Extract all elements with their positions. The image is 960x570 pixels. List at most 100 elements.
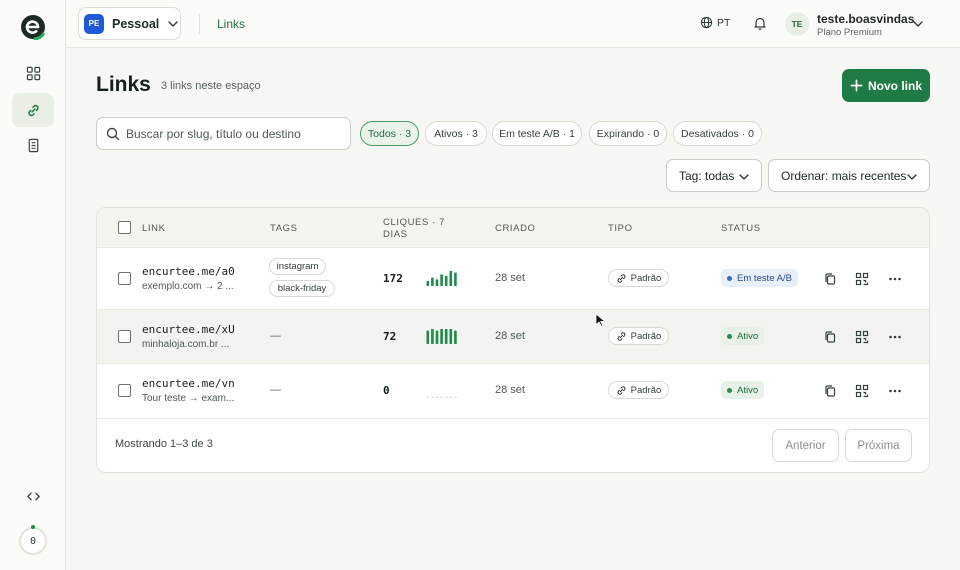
app-logo[interactable] <box>20 14 46 40</box>
tag-filter-value: Tag: todas <box>679 168 735 183</box>
language-switcher[interactable]: PT <box>700 16 730 29</box>
status-badge: Em teste A/B <box>721 269 798 287</box>
qr-code-icon[interactable] <box>855 272 869 286</box>
table-row[interactable]: encurtee.me/xU( minhaloja.com.br ... — 7… <box>97 310 929 364</box>
tag-chip[interactable]: black-friday <box>269 280 335 297</box>
type-badge: Padrão <box>608 269 669 287</box>
copy-icon[interactable] <box>823 330 837 344</box>
top-header: PE Pessoal Links PT TE teste.boasvindas … <box>66 0 960 48</box>
spark-bar <box>449 271 453 286</box>
created-date: 28 set <box>495 384 525 396</box>
column-header-status: STATUS <box>721 223 761 234</box>
filter-chip-active[interactable]: Ativos · 3 <box>425 121 487 146</box>
click-count: 0 <box>383 384 390 397</box>
column-header-clicks: CLIQUES · 7 <box>383 217 446 228</box>
tag-filter-select[interactable]: Tag: todas <box>666 159 762 192</box>
sidebar-item-links[interactable] <box>12 93 54 127</box>
more-icon[interactable] <box>888 272 902 286</box>
qr-code-icon[interactable] <box>855 330 869 344</box>
spark-bar <box>435 279 439 286</box>
spark-bar-empty <box>440 396 443 398</box>
page-subtitle: 3 links neste espaço <box>161 80 261 92</box>
user-name[interactable]: teste.boasvindas <box>817 12 914 26</box>
column-header-clicks-line2: DIAS <box>383 229 408 240</box>
language-label: PT <box>717 16 731 29</box>
new-link-button[interactable]: Novo link <box>842 69 930 102</box>
more-icon[interactable] <box>888 384 902 398</box>
sidebar-item-documents[interactable] <box>12 128 54 162</box>
type-badge: Padrão <box>608 327 669 345</box>
row-checkbox[interactable] <box>118 330 131 343</box>
spark-bar-empty <box>431 396 434 398</box>
globe-icon <box>700 16 713 29</box>
sidebar: 0 <box>0 0 66 570</box>
clicks-sparkline <box>426 396 457 398</box>
credits-status-dot <box>31 525 35 529</box>
status-label: Ativo <box>737 330 759 342</box>
credits-indicator[interactable]: 0 <box>19 527 47 555</box>
spark-bar <box>449 329 453 344</box>
link-slug[interactable]: encurtee.me/xU( <box>142 323 234 336</box>
search-box[interactable] <box>96 117 351 150</box>
link-slug[interactable]: encurtee.me/vn\ <box>142 377 234 390</box>
sort-select[interactable]: Ordenar: mais recentes <box>768 159 930 192</box>
more-icon[interactable] <box>888 330 902 344</box>
link-destination: exemplo.com → 2 ... <box>142 281 234 292</box>
tag-chip[interactable]: instagram <box>269 258 326 275</box>
select-all-checkbox[interactable] <box>118 221 131 234</box>
row-checkbox[interactable] <box>118 272 131 285</box>
table-row[interactable]: encurtee.me/a0H exemplo.com → 2 ... inst… <box>97 248 929 310</box>
status-badge: Ativo <box>721 327 765 345</box>
table-row[interactable]: encurtee.me/vn\ Tour teste → exam... — 0… <box>97 364 929 419</box>
row-checkbox[interactable] <box>118 384 131 397</box>
page-title: Links <box>96 73 151 96</box>
column-header-tags: TAGS <box>270 223 298 234</box>
workspace-switcher[interactable]: PE Pessoal <box>78 7 181 40</box>
copy-icon[interactable] <box>823 272 837 286</box>
clicks-sparkline <box>426 271 457 286</box>
link-destination: Tour teste → exam... <box>142 393 235 404</box>
links-table: LINK TAGS CLIQUES · 7 DIAS CRIADO TIPO S… <box>96 207 930 473</box>
status-dot <box>727 387 732 393</box>
spark-bar <box>454 272 457 286</box>
bell-icon[interactable] <box>753 16 767 30</box>
column-header-type: TIPO <box>608 223 633 234</box>
sidebar-item-dashboard[interactable] <box>12 56 54 90</box>
status-dot <box>727 333 732 339</box>
filter-chip-ab-test[interactable]: Em teste A/B · 1 <box>492 121 582 146</box>
grid-icon <box>26 66 40 80</box>
chevron-down-icon[interactable] <box>912 18 924 30</box>
new-link-label: Novo link <box>867 78 922 93</box>
previous-page-button[interactable]: Anterior <box>772 429 839 462</box>
link-icon <box>617 331 626 341</box>
mouse-cursor-icon <box>595 313 606 327</box>
filter-chip-all[interactable]: Todos · 3 <box>360 121 419 146</box>
click-count: 172 <box>383 272 403 285</box>
link-icon <box>617 273 626 283</box>
qr-code-icon[interactable] <box>855 384 869 398</box>
spark-bar-empty <box>426 396 430 398</box>
next-page-button[interactable]: Próxima <box>845 429 912 462</box>
table-header: LINK TAGS CLIQUES · 7 DIAS CRIADO TIPO S… <box>97 208 929 248</box>
workspace-name: Pessoal <box>112 16 160 31</box>
link-icon <box>27 104 39 116</box>
spark-bar-empty <box>444 396 448 398</box>
no-tags: — <box>270 330 281 342</box>
type-label: Padrão <box>630 272 662 284</box>
avatar[interactable]: TE <box>785 12 809 36</box>
status-label: Ativo <box>737 384 759 396</box>
search-icon <box>106 127 120 140</box>
filter-chip-expiring[interactable]: Expirando · 0 <box>589 121 667 146</box>
link-slug[interactable]: encurtee.me/a0H <box>142 265 234 278</box>
copy-icon[interactable] <box>823 384 837 398</box>
status-badge: Ativo <box>721 381 765 399</box>
filter-chip-disabled[interactable]: Desativados · 0 <box>673 121 762 146</box>
link-destination: minhaloja.com.br ... <box>142 339 230 350</box>
search-input[interactable] <box>126 126 336 141</box>
document-icon <box>28 138 38 152</box>
spark-bar <box>454 330 457 344</box>
developer-button[interactable] <box>12 479 54 513</box>
clicks-sparkline <box>426 329 457 344</box>
breadcrumb[interactable]: Links <box>217 17 245 31</box>
status-label: Em teste A/B <box>737 272 792 284</box>
